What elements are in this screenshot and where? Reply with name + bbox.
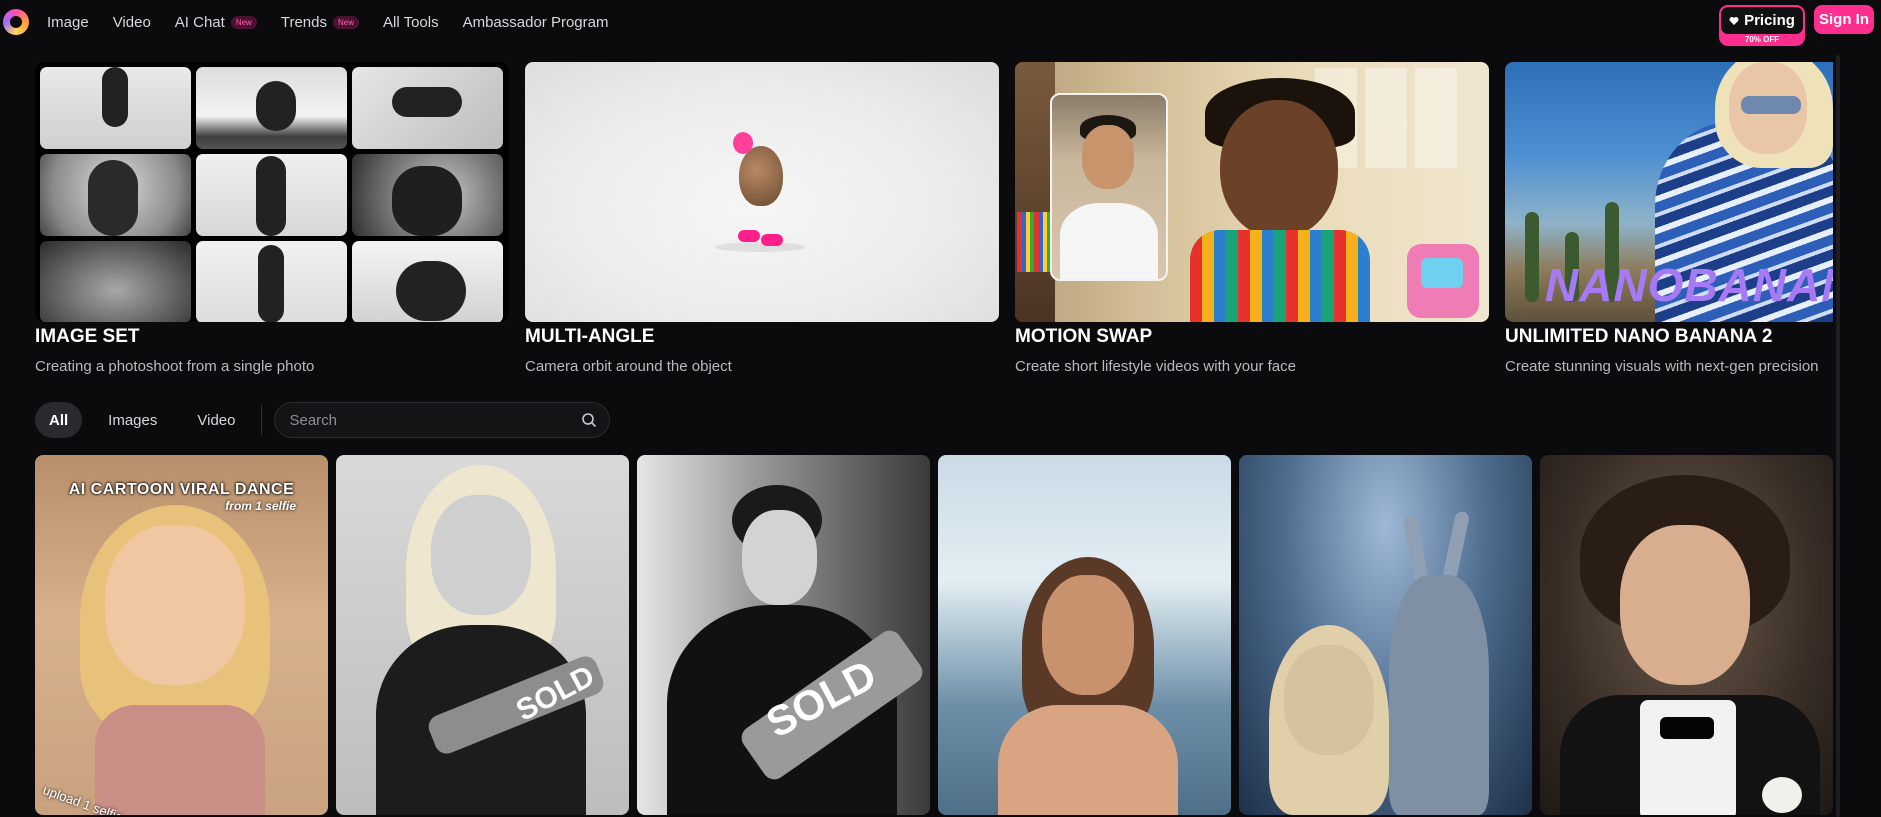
- feature-description: Camera orbit around the object: [525, 358, 732, 375]
- gallery-tile-cartoon-dance[interactable]: AI CARTOON VIRAL DANCE from 1 selfie upl…: [35, 455, 328, 815]
- heart-icon: [1729, 16, 1739, 26]
- filter-chip-images[interactable]: Images: [94, 402, 171, 438]
- feature-title: MULTI-ANGLE: [525, 326, 655, 347]
- scrollbar[interactable]: [1836, 55, 1840, 817]
- image-set-grid: [35, 62, 509, 322]
- nav-link-label: Video: [112, 13, 151, 31]
- gallery-tile-tuxedo-portrait[interactable]: [1540, 455, 1833, 815]
- nano-banana-preview: NANOBANANA: [1505, 62, 1833, 322]
- gallery-tile-sold-key-man[interactable]: SOLD: [637, 455, 930, 815]
- gallery-tile-cinema-rabbit[interactable]: [1239, 455, 1532, 815]
- nav-link-video[interactable]: Video: [113, 14, 151, 31]
- multi-angle-preview: [525, 62, 999, 322]
- tile-caption: AI CARTOON VIRAL DANCE: [68, 481, 295, 498]
- search-box[interactable]: [274, 402, 611, 438]
- gallery-tile-sold-key-woman[interactable]: SOLD: [336, 455, 629, 815]
- nav-link-image[interactable]: Image: [47, 14, 89, 31]
- new-badge: New: [332, 15, 359, 29]
- grid-photo: [352, 154, 503, 236]
- nav-link-label: Image: [47, 13, 89, 31]
- nav-link-label: Ambassador Program: [462, 13, 609, 31]
- feature-description: Create short lifestyle videos with your …: [1015, 358, 1296, 375]
- logo-icon[interactable]: [3, 9, 29, 35]
- feature-carousel: IMAGE SET Creating a photoshoot from a s…: [35, 62, 1833, 382]
- nav-links: Image Video AI Chat New Trends New All Too…: [47, 0, 609, 44]
- pricing-inner: Pricing: [1721, 7, 1803, 34]
- sign-in-button[interactable]: Sign In: [1814, 5, 1874, 34]
- filter-bar: All Images Video: [35, 402, 611, 438]
- grid-photo: [196, 154, 347, 236]
- divider: [261, 405, 263, 435]
- new-badge: New: [230, 15, 257, 29]
- feature-card-image-set[interactable]: IMAGE SET Creating a photoshoot from a s…: [35, 62, 509, 375]
- nav-link-label: All Tools: [383, 13, 439, 31]
- grid-photo: [196, 241, 347, 322]
- feature-card-multi-angle[interactable]: MULTI-ANGLE Camera orbit around the obje…: [525, 62, 999, 375]
- filter-chip-video[interactable]: Video: [183, 402, 249, 438]
- feature-card-nano-banana[interactable]: NANOBANANA UNLIMITED NANO BANANA 2 Creat…: [1505, 62, 1833, 375]
- feature-card-motion-swap[interactable]: MOTION SWAP Create short lifestyle video…: [1015, 62, 1489, 375]
- tile-subcaption: from 1 selfie: [225, 499, 296, 513]
- nav-link-label: AI Chat: [174, 13, 225, 31]
- nav-link-ambassador-program[interactable]: Ambassador Program: [463, 14, 609, 31]
- discount-badge: 70% OFF: [1744, 35, 1780, 44]
- grid-photo: [40, 154, 191, 236]
- motion-swap-preview: [1015, 62, 1489, 322]
- nano-banana-overlay-text: NANOBANANA: [1545, 259, 1833, 311]
- pricing-label: Pricing: [1744, 12, 1795, 29]
- nav-link-all-tools[interactable]: All Tools: [383, 14, 439, 31]
- grid-photo: [352, 67, 503, 149]
- filter-chip-all[interactable]: All: [35, 402, 83, 438]
- search-input[interactable]: [287, 410, 572, 430]
- feature-title: MOTION SWAP: [1015, 326, 1153, 347]
- nav-link-trends[interactable]: Trends New: [281, 14, 359, 31]
- picture-in-picture: [1050, 93, 1168, 281]
- feature-description: Create stunning visuals with next-gen pr…: [1505, 358, 1819, 375]
- gallery-grid: AI CARTOON VIRAL DANCE from 1 selfie upl…: [35, 455, 1833, 817]
- search-icon[interactable]: [581, 412, 597, 428]
- nav-link-label: Trends: [280, 13, 327, 31]
- grid-photo: [40, 67, 191, 149]
- top-nav: Image Video AI Chat New Trends New All Too…: [0, 0, 1881, 46]
- grid-photo: [40, 241, 191, 322]
- pricing-button[interactable]: Pricing 70% OFF: [1719, 5, 1805, 46]
- gallery-tile-coastal-portrait[interactable]: [938, 455, 1231, 815]
- nav-link-ai-chat[interactable]: AI Chat New: [175, 14, 257, 31]
- feature-title: IMAGE SET: [35, 326, 140, 347]
- feature-description: Creating a photoshoot from a single phot…: [35, 358, 315, 375]
- grid-photo: [352, 241, 503, 322]
- feature-title: UNLIMITED NANO BANANA 2: [1505, 326, 1773, 347]
- grid-photo: [196, 67, 347, 149]
